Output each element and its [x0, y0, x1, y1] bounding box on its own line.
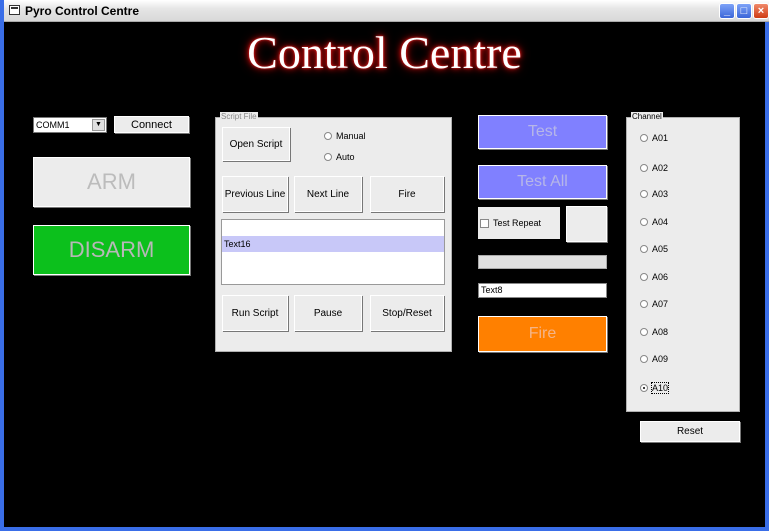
stop-reset-button[interactable]: Stop/Reset: [370, 295, 444, 331]
checkbox-box: [480, 218, 489, 228]
test-repeat-label: Test Repeat: [493, 218, 542, 228]
radio-label: A07: [652, 299, 669, 309]
channel-frame: Channel: [626, 112, 740, 412]
port-select-value: COMM1: [36, 120, 70, 130]
status-indicator: [566, 206, 607, 242]
run-script-button[interactable]: Run Script: [222, 295, 288, 331]
radio-label: A01: [652, 133, 669, 143]
pause-button[interactable]: Pause: [294, 295, 362, 331]
radio-circle: [324, 132, 332, 140]
channel-radio-a10[interactable]: A10: [640, 382, 670, 394]
radio-circle: [640, 384, 648, 392]
radio-circle: [640, 190, 648, 198]
mode-radio-auto[interactable]: Auto: [324, 152, 355, 162]
radio-label: A10: [650, 382, 670, 394]
page-title: Control Centre: [247, 27, 522, 78]
previous-line-button[interactable]: Previous Line: [222, 176, 288, 212]
radio-label: A06: [652, 272, 669, 282]
radio-label: A03: [652, 189, 669, 199]
radio-circle: [640, 164, 648, 172]
radio-circle: [324, 153, 332, 161]
radio-circle: [640, 245, 648, 253]
channel-legend: Channel: [631, 112, 663, 121]
app-icon[interactable]: [9, 5, 20, 15]
close-icon[interactable]: ×: [753, 3, 769, 19]
open-script-button[interactable]: Open Script: [222, 127, 290, 161]
radio-label: Auto: [336, 152, 355, 162]
test-all-button[interactable]: Test All: [478, 165, 607, 199]
script-file-legend: Script File: [220, 112, 258, 121]
script-fire-button[interactable]: Fire: [370, 176, 444, 212]
window-title: Pyro Control Centre: [25, 4, 140, 18]
radio-circle: [640, 273, 648, 281]
channel-radio-a01[interactable]: A01: [640, 133, 668, 143]
maximize-icon[interactable]: □: [736, 3, 752, 19]
radio-circle: [640, 134, 648, 142]
arm-button[interactable]: ARM: [33, 157, 190, 207]
channel-radio-a04[interactable]: A04: [640, 217, 668, 227]
radio-circle: [640, 300, 648, 308]
list-item[interactable]: Text16: [222, 236, 444, 252]
text8-field[interactable]: Text8: [478, 283, 607, 298]
test-button[interactable]: Test: [478, 115, 607, 149]
radio-label: A08: [652, 327, 669, 337]
channel-radio-a03[interactable]: A03: [640, 189, 668, 199]
chevron-down-icon[interactable]: ▼: [92, 119, 105, 131]
radio-label: A02: [652, 163, 669, 173]
mode-radio-manual[interactable]: Manual: [324, 131, 366, 141]
fire-button[interactable]: Fire: [478, 316, 607, 352]
radio-label: A05: [652, 244, 669, 254]
disarm-button[interactable]: DISARM: [33, 225, 190, 275]
radio-circle: [640, 218, 648, 226]
reset-button[interactable]: Reset: [640, 421, 740, 442]
title-bar[interactable]: Pyro Control Centre _ □ ×: [4, 0, 769, 22]
radio-label: Manual: [336, 131, 366, 141]
port-select[interactable]: COMM1 ▼: [33, 117, 107, 133]
minimize-icon[interactable]: _: [719, 3, 735, 19]
radio-label: A09: [652, 354, 669, 364]
channel-radio-a08[interactable]: A08: [640, 327, 668, 337]
next-line-button[interactable]: Next Line: [294, 176, 362, 212]
channel-radio-a05[interactable]: A05: [640, 244, 668, 254]
script-lines-list[interactable]: Text16: [221, 219, 445, 285]
radio-circle: [640, 328, 648, 336]
progress-bar: [478, 255, 607, 269]
channel-radio-a06[interactable]: A06: [640, 272, 668, 282]
test-repeat-checkbox[interactable]: Test Repeat: [478, 207, 560, 239]
connect-button[interactable]: Connect: [114, 116, 189, 133]
channel-radio-a02[interactable]: A02: [640, 163, 668, 173]
channel-radio-a07[interactable]: A07: [640, 299, 668, 309]
channel-radio-a09[interactable]: A09: [640, 354, 668, 364]
radio-label: A04: [652, 217, 669, 227]
radio-circle: [640, 355, 648, 363]
